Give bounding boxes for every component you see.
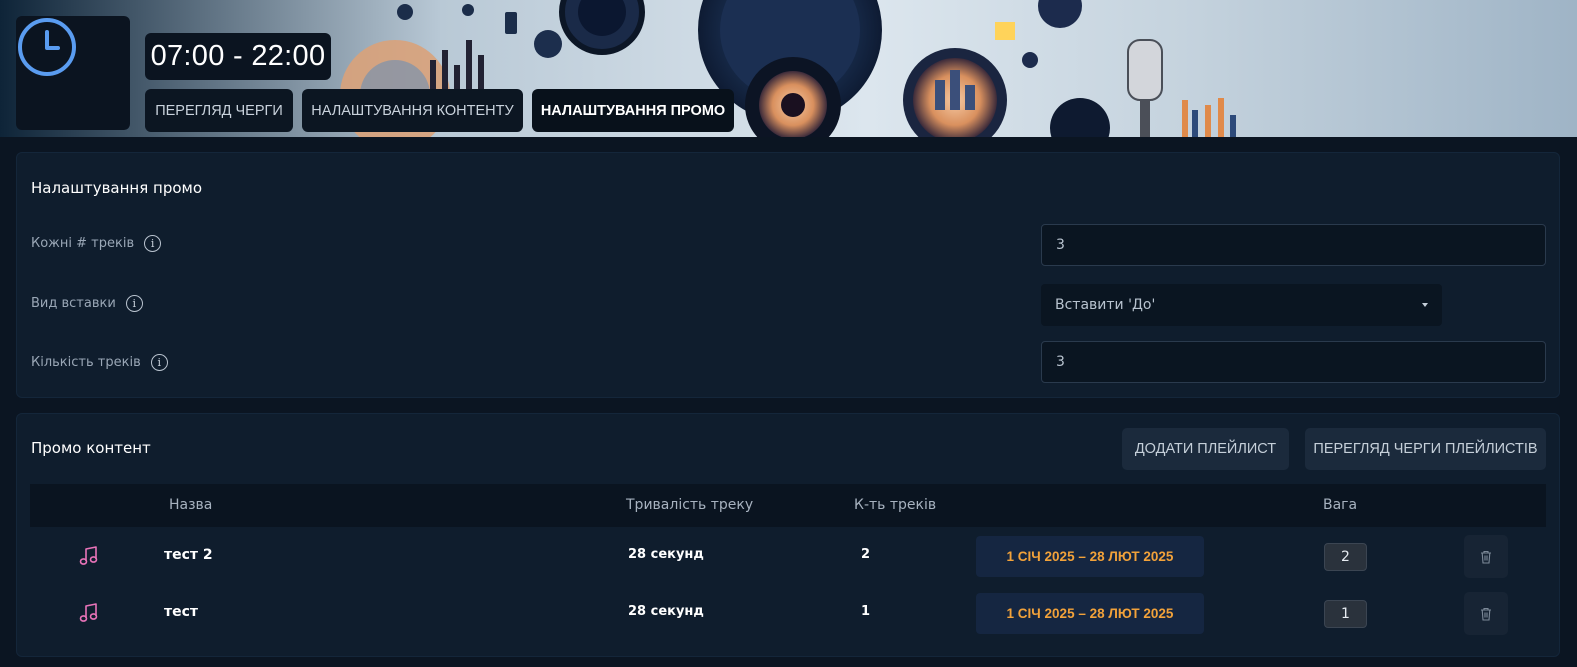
clock-logo — [16, 16, 130, 130]
nav-queue-view[interactable]: Перегляд черги — [145, 89, 293, 132]
table-row: тест 2 28 секунд 2 1 СІЧ 2025 – 28 ЛЮТ 2… — [30, 528, 1546, 585]
clock-icon — [18, 18, 76, 76]
nav-promo-settings[interactable]: Налаштування промо — [532, 89, 734, 132]
every-n-tracks-input[interactable]: 3 — [1041, 224, 1546, 266]
header-banner: 07:00 - 22:00 Перегляд черги Налаштуванн… — [0, 0, 1577, 137]
weight-input[interactable]: 1 — [1324, 600, 1367, 628]
playlist-name: тест 2 — [164, 547, 213, 563]
playlist-name: тест — [164, 604, 199, 620]
insert-type-value: Вставити 'До' — [1055, 297, 1156, 313]
info-icon[interactable]: i — [150, 354, 168, 371]
track-duration: 28 секунд — [628, 604, 704, 619]
track-duration: 28 секунд — [628, 547, 704, 562]
time-range: 07:00 - 22:00 — [145, 33, 331, 80]
delete-button[interactable] — [1464, 592, 1508, 635]
track-count: 2 — [861, 547, 871, 562]
column-track-count[interactable]: К-ть треків — [854, 497, 936, 513]
trash-icon — [1481, 607, 1491, 621]
date-range-badge[interactable]: 1 СІЧ 2025 – 28 ЛЮТ 2025 — [976, 536, 1204, 577]
nav-content-settings[interactable]: Налаштування контенту — [302, 89, 523, 132]
tracks-count-label: Кількість треків i — [31, 354, 168, 371]
column-duration[interactable]: Тривалість треку — [626, 497, 753, 513]
column-weight[interactable]: Вага — [1323, 497, 1357, 513]
info-icon[interactable]: i — [125, 295, 143, 312]
weight-input[interactable]: 2 — [1324, 543, 1367, 571]
track-count: 1 — [861, 604, 871, 619]
delete-button[interactable] — [1464, 535, 1508, 578]
info-icon[interactable]: i — [144, 235, 162, 252]
promo-settings-title: Налаштування промо — [31, 179, 203, 197]
view-playlist-queue-button[interactable]: Перегляд черги плейлистів — [1305, 428, 1546, 470]
tracks-count-input[interactable]: 3 — [1041, 341, 1546, 383]
tracks-count-text: Кількість треків — [31, 355, 141, 370]
add-playlist-button[interactable]: Додати плейлист — [1122, 428, 1289, 470]
trash-icon — [1481, 550, 1491, 564]
insert-type-text: Вид вставки — [31, 296, 116, 311]
date-range-badge[interactable]: 1 СІЧ 2025 – 28 ЛЮТ 2025 — [976, 593, 1204, 634]
table-header: Назва Тривалість треку К-ть треків Вага — [30, 484, 1546, 527]
promo-content-card: Промо контент Додати плейлист Перегляд ч… — [16, 413, 1560, 657]
caret-down-icon — [1422, 303, 1428, 307]
table-row: тест 28 секунд 1 1 СІЧ 2025 – 28 ЛЮТ 202… — [30, 585, 1546, 642]
music-note-icon — [79, 603, 98, 622]
every-n-tracks-text: Кожні # треків — [31, 236, 135, 251]
insert-type-label: Вид вставки i — [31, 295, 143, 312]
promo-settings-card: Налаштування промо Кожні # треків i 3 Ви… — [16, 152, 1560, 398]
column-name[interactable]: Назва — [169, 497, 212, 513]
insert-type-select[interactable]: Вставити 'До' — [1041, 284, 1442, 326]
music-note-icon — [79, 546, 98, 565]
promo-content-title: Промо контент — [31, 439, 151, 457]
every-n-tracks-label: Кожні # треків i — [31, 235, 162, 252]
